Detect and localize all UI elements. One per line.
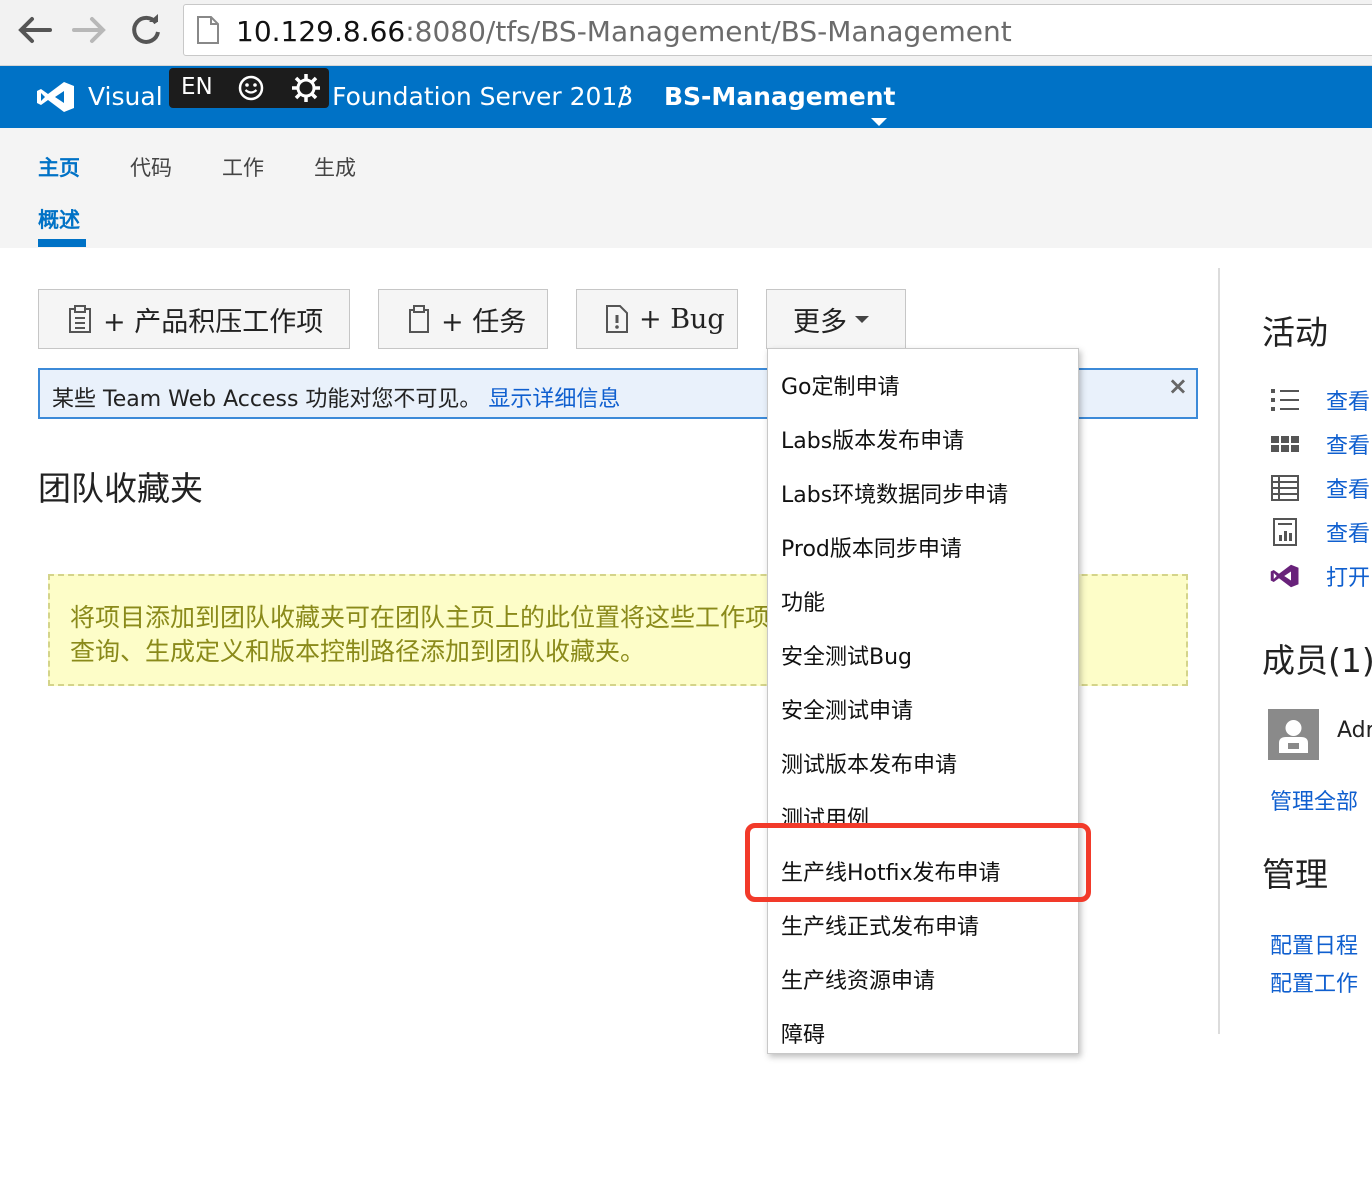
favorites-message-line: 查询、生成定义和版本控制路径添加到团队收藏夹。 [70, 637, 646, 666]
emoji-icon[interactable] [237, 74, 265, 102]
back-button[interactable] [14, 10, 54, 50]
active-tab-indicator [38, 239, 86, 247]
more-dropdown-menu: Go定制申请 Labs版本发布申请 Labs环境数据同步申请 Prod版本同步申… [767, 348, 1079, 1054]
task-clipboard-icon [409, 305, 429, 333]
activity-item[interactable]: 查看 [1270, 385, 1372, 415]
activity-item-label: 查看 [1326, 522, 1371, 547]
project-name[interactable]: BS-Management [664, 82, 895, 111]
menu-item[interactable]: 生产线资源申请 [781, 963, 935, 995]
menu-item[interactable]: 测试版本发布申请 [781, 747, 957, 779]
tab-work[interactable]: 工作 [222, 152, 264, 182]
ime-toolbar: EN [169, 68, 329, 108]
ime-language[interactable]: EN [181, 74, 213, 100]
activity-item[interactable]: 查看 [1270, 517, 1372, 547]
tab-build[interactable]: 生成 [314, 152, 356, 182]
member-name[interactable]: Adr [1337, 718, 1372, 743]
configure-schedule-link[interactable]: 配置日程 [1270, 928, 1358, 960]
activity-item[interactable]: 查看 [1270, 473, 1372, 503]
menu-item[interactable]: Go定制申请 [781, 369, 900, 401]
more-button[interactable]: 更多 [766, 289, 906, 349]
info-banner-text: 某些 Team Web Access 功能对您不可见。 显示详细信息 [52, 381, 620, 413]
favorites-message-line: 将项目添加到团队收藏夹可在团队主页上的此位置将这些工作项 [70, 603, 771, 632]
activity-item[interactable]: 查看 [1270, 429, 1372, 459]
highlight-annotation [745, 823, 1091, 902]
new-task-label: + 任务 [441, 306, 527, 338]
grid-icon [1271, 475, 1299, 501]
forward-button[interactable] [70, 10, 110, 50]
team-favorites-title: 团队收藏夹 [38, 469, 203, 508]
bug-document-icon [606, 305, 628, 333]
new-backlog-item-button[interactable]: + 产品积压工作项 [38, 289, 350, 349]
panel-divider [1218, 268, 1220, 1034]
visual-studio-icon [1270, 564, 1299, 588]
menu-item[interactable]: Prod版本同步申请 [781, 531, 962, 563]
reload-icon [132, 14, 160, 44]
clipboard-icon [69, 305, 91, 333]
new-bug-label: + Bug [639, 303, 725, 335]
manage-members-link[interactable]: 管理全部 [1270, 784, 1358, 816]
url-path: :8080/tfs/BS-Management/BS-Management [405, 15, 1012, 48]
new-backlog-item-label: + 产品积压工作项 [103, 306, 324, 338]
address-bar[interactable]: 10.129.8.66:8080/tfs/BS-Management/BS-Ma… [183, 4, 1372, 56]
page-icon [197, 16, 219, 44]
url-text: 10.129.8.66:8080/tfs/BS-Management/BS-Ma… [236, 15, 1012, 48]
visual-studio-logo-icon [37, 82, 74, 112]
menu-item[interactable]: 生产线正式发布申请 [781, 909, 979, 941]
activity-item[interactable]: 打开 [1270, 561, 1372, 591]
report-icon [1273, 518, 1297, 546]
url-host: 10.129.8.66 [236, 15, 406, 48]
list-icon [1271, 389, 1299, 411]
activity-item-label: 查看 [1326, 434, 1371, 459]
chevron-down-icon[interactable] [871, 118, 887, 126]
menu-item[interactable]: Labs版本发布申请 [781, 423, 964, 455]
configure-work-link[interactable]: 配置工作 [1270, 966, 1358, 998]
close-icon[interactable]: × [1168, 372, 1188, 400]
menu-item[interactable]: 安全测试申请 [781, 693, 913, 725]
menu-item[interactable]: 功能 [781, 585, 825, 617]
new-bug-button[interactable]: + Bug [576, 289, 738, 349]
more-label: 更多 [793, 306, 847, 338]
menu-item[interactable]: Labs环境数据同步申请 [781, 477, 1008, 509]
menu-item[interactable]: 障碍 [781, 1017, 825, 1049]
back-arrow-icon [18, 17, 52, 43]
activity-title: 活动 [1262, 313, 1328, 352]
gear-icon[interactable] [291, 73, 321, 103]
info-banner-message: 某些 Team Web Access 功能对您不可见。 [52, 387, 482, 412]
show-details-link[interactable]: 显示详细信息 [488, 387, 620, 412]
forward-arrow-icon [72, 17, 106, 43]
tab-home[interactable]: 主页 [38, 152, 80, 182]
administration-title: 管理 [1262, 855, 1328, 894]
reload-button[interactable] [126, 10, 166, 50]
avatar[interactable] [1268, 709, 1319, 760]
tab-overview[interactable]: 概述 [38, 204, 80, 234]
chevron-down-icon [855, 315, 869, 323]
new-task-button[interactable]: + 任务 [378, 289, 548, 349]
browser-toolbar: 10.129.8.66:8080/tfs/BS-Management/BS-Ma… [0, 0, 1372, 66]
breadcrumb-separator: / [618, 81, 628, 112]
board-icon [1271, 436, 1299, 452]
tab-code[interactable]: 代码 [130, 152, 172, 182]
menu-item[interactable]: 安全测试Bug [781, 639, 912, 671]
user-icon [1279, 720, 1308, 753]
activity-item-label: 查看 [1326, 390, 1371, 415]
hub-navigation: 主页 代码 工作 生成 概述 [0, 128, 1372, 248]
members-title: 成员(1) [1262, 641, 1372, 680]
activity-item-label: 查看 [1326, 478, 1371, 503]
activity-item-label: 打开 [1326, 566, 1371, 591]
